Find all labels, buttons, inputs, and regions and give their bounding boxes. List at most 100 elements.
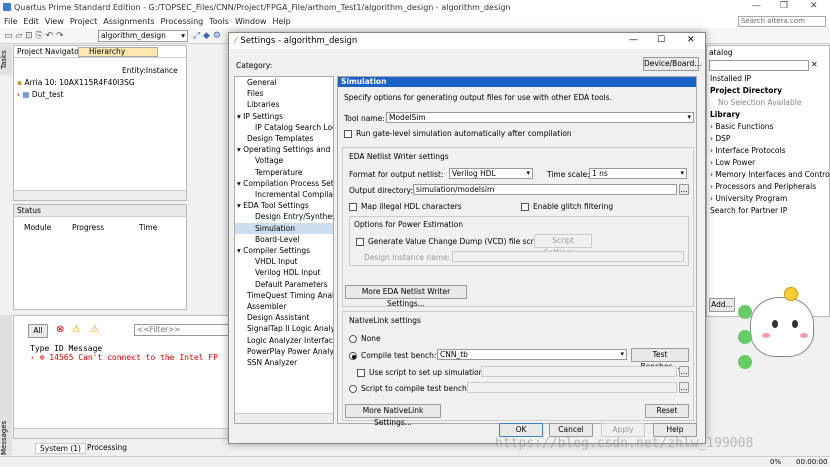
device-item[interactable]: ▪ Arria 10: 10AX115R4F40I3SG xyxy=(17,78,135,87)
close-icon[interactable]: ✕ xyxy=(810,1,818,11)
timescale-select[interactable]: 1 ns xyxy=(589,168,687,179)
ip-library[interactable]: Library xyxy=(710,109,830,121)
use-script-checkbox[interactable]: Use script to set up simulation: xyxy=(357,368,486,377)
menu-file[interactable]: File xyxy=(4,17,17,26)
cat-files[interactable]: Files xyxy=(235,88,333,99)
cat-compiler-settings[interactable]: ▾ Compiler Settings xyxy=(235,245,333,256)
device-board-button[interactable]: Device/Board... xyxy=(643,57,701,71)
project-combo[interactable]: algorithm_design ▾ xyxy=(98,30,188,42)
script-settings-button[interactable]: Script Settings... xyxy=(534,234,592,257)
ip-processors[interactable]: › Processors and Peripherals xyxy=(710,181,830,193)
ip-installed[interactable]: Installed IP xyxy=(710,73,830,85)
hierarchy-combo[interactable]: Hierarchy xyxy=(78,47,158,57)
ip-university[interactable]: › University Program xyxy=(710,193,830,205)
cat-general[interactable]: General xyxy=(235,77,333,88)
ip-interface-protocols[interactable]: › Interface Protocols xyxy=(710,145,830,157)
ip-project-directory[interactable]: Project Directory xyxy=(710,85,830,97)
menu-view[interactable]: View xyxy=(45,17,64,26)
use-script-input[interactable] xyxy=(481,366,677,377)
menu-assignments[interactable]: Assignments xyxy=(103,17,154,26)
tool-name-select[interactable]: ModelSim xyxy=(386,112,694,123)
cat-design-entry[interactable]: Design Entry/Synthesi xyxy=(235,211,333,222)
testbench-select[interactable]: CNN_tb xyxy=(437,349,627,360)
menu-help[interactable]: Help xyxy=(273,17,291,26)
new-file-icon[interactable]: ▭ ▱ ⊡ ⎘ ↶ ↷ xyxy=(4,31,64,41)
cat-design-assistant[interactable]: Design Assistant xyxy=(235,312,333,323)
cat-signaltap[interactable]: SignalTap II Logic Analy xyxy=(235,323,333,334)
cat-operating-settings[interactable]: ▾ Operating Settings and C xyxy=(235,144,333,155)
dialog-maximize-icon[interactable]: ☐ xyxy=(657,35,665,45)
gate-level-checkbox[interactable]: Run gate-level simulation automatically … xyxy=(344,129,572,138)
script-compile-browse-button[interactable]: ... xyxy=(679,382,689,393)
warning-filter-icon[interactable]: ⚠ xyxy=(72,324,81,335)
ok-button[interactable]: OK xyxy=(499,423,543,437)
category-hscroll[interactable] xyxy=(235,413,333,423)
cat-temperature[interactable]: Temperature xyxy=(235,167,333,178)
more-nativelink-button[interactable]: More NativeLink Settings... xyxy=(345,404,441,427)
ip-clear-icon[interactable]: ✕ xyxy=(811,60,818,69)
cat-eda-tool[interactable]: ▾ EDA Tool Settings xyxy=(235,200,333,211)
cat-logic-analyzer[interactable]: Logic Analyzer Interface xyxy=(235,335,333,346)
cat-default-parameters[interactable]: Default Parameters xyxy=(235,279,333,290)
messages-side-tab[interactable]: Messages xyxy=(0,315,12,455)
menu-processing[interactable]: Processing xyxy=(161,17,204,26)
top-entity-item[interactable]: › ▦ Dut_test xyxy=(17,90,64,99)
ip-dsp[interactable]: › DSP xyxy=(710,133,830,145)
apply-button[interactable]: Apply xyxy=(601,423,645,437)
outdir-input[interactable]: simulation/modelsim xyxy=(413,184,677,195)
ip-memory-interfaces[interactable]: › Memory Interfaces and Controll xyxy=(710,169,830,181)
cat-ip-catalog-search[interactable]: IP Catalog Search Loca xyxy=(235,122,333,133)
cancel-button[interactable]: Cancel xyxy=(549,423,593,437)
tasks-side-tab[interactable]: Tasks xyxy=(0,45,12,75)
format-select[interactable]: Verilog HDL xyxy=(449,168,533,179)
cat-timequest[interactable]: TimeQuest Timing Analy xyxy=(235,290,333,301)
info-filter-icon[interactable]: ⚠ xyxy=(90,324,99,335)
cat-powerplay[interactable]: PowerPlay Power Analy xyxy=(235,346,333,357)
maximize-icon[interactable]: ❐ xyxy=(780,1,788,11)
cat-simulation[interactable]: Simulation xyxy=(235,222,333,234)
test-benches-button[interactable]: Test Benches... xyxy=(631,348,689,371)
ip-basic-functions[interactable]: › Basic Functions xyxy=(710,121,830,133)
navigator-tab[interactable]: Project Navigator xyxy=(17,47,82,56)
minimize-icon[interactable]: — xyxy=(752,1,761,11)
compile-tb-radio[interactable]: Compile test bench: xyxy=(349,351,436,360)
map-illegal-checkbox[interactable]: Map illegal HDL characters xyxy=(349,202,462,211)
message-filter-input[interactable]: <<Filter>> xyxy=(134,324,234,336)
more-netlist-button[interactable]: More EDA Netlist Writer Settings... xyxy=(345,285,467,308)
cat-incremental[interactable]: Incremental Compilati xyxy=(235,189,333,200)
search-input[interactable]: Search altera.com xyxy=(738,16,826,27)
script-compile-radio[interactable]: Script to compile test bench: xyxy=(349,384,469,393)
expand-icon[interactable]: › xyxy=(17,90,20,99)
cat-assembler[interactable]: Assembler xyxy=(235,301,333,312)
menu-window[interactable]: Window xyxy=(235,17,267,26)
compile-tools-icon[interactable]: ⤢ ◆ ⚙ xyxy=(193,31,221,41)
navigator-hscroll[interactable] xyxy=(14,190,186,200)
vcd-checkbox[interactable]: Generate Value Change Dump (VCD) file sc… xyxy=(356,237,544,246)
ip-low-power[interactable]: › Low Power xyxy=(710,157,830,169)
cat-compilation-process[interactable]: ▾ Compilation Process Set xyxy=(235,178,333,189)
menu-project[interactable]: Project xyxy=(70,17,97,26)
menu-tools[interactable]: Tools xyxy=(209,17,229,26)
dialog-minimize-icon[interactable]: — xyxy=(629,35,638,45)
cat-board-level[interactable]: Board-Level xyxy=(235,234,333,245)
cat-ip-settings[interactable]: ▾ IP Settings xyxy=(235,111,333,122)
tab-processing[interactable]: Processing xyxy=(87,443,127,452)
none-radio[interactable]: None xyxy=(349,334,381,343)
cat-vhdl-input[interactable]: VHDL Input xyxy=(235,256,333,267)
outdir-browse-button[interactable]: ... xyxy=(679,184,689,195)
all-messages-button[interactable]: All xyxy=(28,324,48,338)
cat-voltage[interactable]: Voltage xyxy=(235,155,333,166)
glitch-checkbox[interactable]: Enable glitch filtering xyxy=(521,202,613,211)
tab-system[interactable]: System (1) xyxy=(35,443,86,454)
menu-edit[interactable]: Edit xyxy=(23,17,39,26)
instance-name-input[interactable] xyxy=(452,251,684,262)
error-message-row[interactable]: › ⊗ 14565 Can't connect to the Intel FP xyxy=(30,353,218,362)
ip-search-input[interactable] xyxy=(709,60,809,71)
help-button[interactable]: Help xyxy=(653,423,697,437)
cat-ssn[interactable]: SSN Analyzer xyxy=(235,357,333,368)
cat-libraries[interactable]: Libraries xyxy=(235,99,333,110)
cat-verilog-input[interactable]: Verilog HDL Input xyxy=(235,267,333,278)
cat-design-templates[interactable]: Design Templates xyxy=(235,133,333,144)
error-filter-icon[interactable]: ⊗ xyxy=(56,324,64,335)
script-compile-input[interactable] xyxy=(467,382,677,393)
